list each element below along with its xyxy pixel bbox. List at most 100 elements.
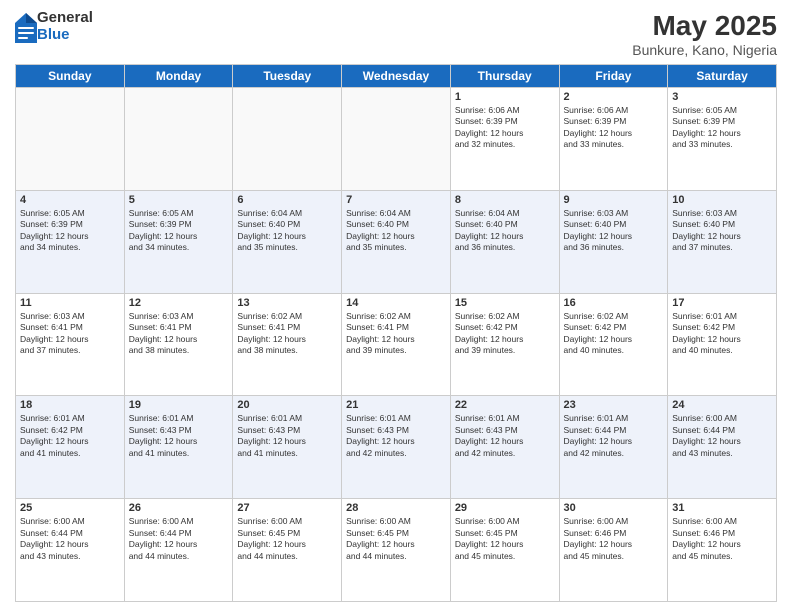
day-number: 8 — [455, 194, 555, 206]
day-info: Sunrise: 6:02 AM Sunset: 6:41 PM Dayligh… — [237, 311, 337, 357]
day-info: Sunrise: 6:00 AM Sunset: 6:44 PM Dayligh… — [672, 413, 772, 459]
calendar-cell: 6 Sunrise: 6:04 AM Sunset: 6:40 PM Daylig… — [233, 190, 342, 293]
day-info: Sunrise: 6:05 AM Sunset: 6:39 PM Dayligh… — [129, 208, 229, 254]
day-header-tuesday: Tuesday — [233, 65, 342, 88]
day-number: 28 — [346, 502, 446, 514]
day-number: 6 — [237, 194, 337, 206]
day-number: 20 — [237, 399, 337, 411]
calendar-cell: 26 Sunrise: 6:00 AM Sunset: 6:44 PM Dayli… — [124, 499, 233, 602]
calendar-cell: 11Sunrise: 6:03 AM Sunset: 6:41 PM Dayli… — [16, 293, 125, 396]
day-info: Sunrise: 6:00 AM Sunset: 6:44 PM Dayligh… — [20, 516, 120, 562]
calendar-cell: 15Sunrise: 6:02 AM Sunset: 6:42 PM Dayli… — [450, 293, 559, 396]
calendar-cell: 5 Sunrise: 6:05 AM Sunset: 6:39 PM Daylig… — [124, 190, 233, 293]
calendar-cell: 12 Sunrise: 6:03 AM Sunset: 6:41 PM Dayli… — [124, 293, 233, 396]
calendar-cell: 3Sunrise: 6:05 AM Sunset: 6:39 PM Daylig… — [668, 88, 777, 191]
day-info: Sunrise: 6:00 AM Sunset: 6:46 PM Dayligh… — [564, 516, 664, 562]
day-info: Sunrise: 6:01 AM Sunset: 6:43 PM Dayligh… — [455, 413, 555, 459]
calendar-cell: 2Sunrise: 6:06 AM Sunset: 6:39 PM Daylig… — [559, 88, 668, 191]
day-info: Sunrise: 6:00 AM Sunset: 6:44 PM Dayligh… — [129, 516, 229, 562]
calendar-cell: 8 Sunrise: 6:04 AM Sunset: 6:40 PM Daylig… — [450, 190, 559, 293]
day-number: 7 — [346, 194, 446, 206]
calendar-cell: 18 Sunrise: 6:01 AM Sunset: 6:42 PM Dayli… — [16, 396, 125, 499]
day-number: 27 — [237, 502, 337, 514]
day-info: Sunrise: 6:00 AM Sunset: 6:45 PM Dayligh… — [346, 516, 446, 562]
calendar-cell — [233, 88, 342, 191]
day-info: Sunrise: 6:01 AM Sunset: 6:42 PM Dayligh… — [20, 413, 120, 459]
day-number: 16 — [564, 297, 664, 309]
day-info: Sunrise: 6:02 AM Sunset: 6:42 PM Dayligh… — [564, 311, 664, 357]
day-info: Sunrise: 6:02 AM Sunset: 6:41 PM Dayligh… — [346, 311, 446, 357]
day-number: 1 — [455, 91, 555, 103]
calendar-week-3: 11 Sunrise: 6:03 AM Sunset: 6:41 PM Dayli… — [16, 293, 777, 396]
day-header-wednesday: Wednesday — [342, 65, 451, 88]
calendar-cell: 20Sunrise: 6:01 AM Sunset: 6:43 PM Dayli… — [233, 396, 342, 499]
calendar-cell: 25 Sunrise: 6:00 AM Sunset: 6:44 PM Dayli… — [16, 499, 125, 602]
calendar-cell: 22 Sunrise: 6:01 AM Sunset: 6:43 PM Dayli… — [450, 396, 559, 499]
day-number: 22 — [455, 399, 555, 411]
calendar-cell: 16 Sunrise: 6:02 AM Sunset: 6:42 PM Dayli… — [559, 293, 668, 396]
day-number: 13 — [237, 297, 337, 309]
day-info: Sunrise: 6:06 AM Sunset: 6:39 PM Dayligh… — [455, 105, 555, 151]
header: General Blue May 2025 Bunkure, Kano, Nig… — [15, 10, 777, 58]
day-number: 11 — [20, 297, 120, 309]
day-info: Sunrise: 6:04 AM Sunset: 6:40 PM Dayligh… — [346, 208, 446, 254]
day-number: 14 — [346, 297, 446, 309]
calendar-cell — [16, 88, 125, 191]
calendar-cell: 24 Sunrise: 6:00 AM Sunset: 6:44 PM Dayli… — [668, 396, 777, 499]
day-header-thursday: Thursday — [450, 65, 559, 88]
day-number: 4 — [20, 194, 120, 206]
day-info: Sunrise: 6:04 AM Sunset: 6:40 PM Dayligh… — [237, 208, 337, 254]
day-number: 15 — [455, 297, 555, 309]
day-number: 2 — [564, 91, 664, 103]
day-info: Sunrise: 6:01 AM Sunset: 6:42 PM Dayligh… — [672, 311, 772, 357]
day-info: Sunrise: 6:04 AM Sunset: 6:40 PM Dayligh… — [455, 208, 555, 254]
calendar-week-1: 1 Sunrise: 6:06 AM Sunset: 6:39 PM Daylig… — [16, 88, 777, 191]
day-info: Sunrise: 6:03 AM Sunset: 6:41 PM Dayligh… — [129, 311, 229, 357]
day-header-saturday: Saturday — [668, 65, 777, 88]
calendar-cell: 30 Sunrise: 6:00 AM Sunset: 6:46 PM Dayli… — [559, 499, 668, 602]
day-number: 26 — [129, 502, 229, 514]
day-info: Sunrise: 6:03 AM Sunset: 6:40 PM Dayligh… — [672, 208, 772, 254]
calendar-cell: 4 Sunrise: 6:05 AM Sunset: 6:39 PM Daylig… — [16, 190, 125, 293]
calendar-header-row: SundayMondayTuesdayWednesdayThursdayFrid… — [16, 65, 777, 88]
calendar-cell — [124, 88, 233, 191]
day-number: 5 — [129, 194, 229, 206]
logo: General Blue — [15, 10, 93, 43]
calendar-week-4: 18 Sunrise: 6:01 AM Sunset: 6:42 PM Dayli… — [16, 396, 777, 499]
calendar-week-5: 25 Sunrise: 6:00 AM Sunset: 6:44 PM Dayli… — [16, 499, 777, 602]
calendar-table: SundayMondayTuesdayWednesdayThursdayFrid… — [15, 64, 777, 602]
calendar-cell: 19Sunrise: 6:01 AM Sunset: 6:43 PM Dayli… — [124, 396, 233, 499]
calendar-cell: 31Sunrise: 6:00 AM Sunset: 6:46 PM Dayli… — [668, 499, 777, 602]
day-number: 31 — [672, 502, 772, 514]
day-header-friday: Friday — [559, 65, 668, 88]
calendar-cell: 14 Sunrise: 6:02 AM Sunset: 6:41 PM Dayli… — [342, 293, 451, 396]
calendar-cell: 1 Sunrise: 6:06 AM Sunset: 6:39 PM Daylig… — [450, 88, 559, 191]
calendar-cell: 10Sunrise: 6:03 AM Sunset: 6:40 PM Dayli… — [668, 190, 777, 293]
day-info: Sunrise: 6:01 AM Sunset: 6:44 PM Dayligh… — [564, 413, 664, 459]
calendar-cell: 27 Sunrise: 6:00 AM Sunset: 6:45 PM Dayli… — [233, 499, 342, 602]
day-number: 30 — [564, 502, 664, 514]
day-number: 19 — [129, 399, 229, 411]
month-title: May 2025 — [632, 10, 777, 42]
calendar-cell — [342, 88, 451, 191]
day-header-sunday: Sunday — [16, 65, 125, 88]
day-number: 24 — [672, 399, 772, 411]
day-number: 18 — [20, 399, 120, 411]
day-number: 3 — [672, 91, 772, 103]
day-number: 25 — [20, 502, 120, 514]
day-number: 17 — [672, 297, 772, 309]
logo-general: General — [37, 10, 93, 27]
day-number: 29 — [455, 502, 555, 514]
logo-blue: Blue — [37, 27, 93, 44]
day-number: 21 — [346, 399, 446, 411]
calendar-week-2: 4 Sunrise: 6:05 AM Sunset: 6:39 PM Daylig… — [16, 190, 777, 293]
calendar-cell: 13 Sunrise: 6:02 AM Sunset: 6:41 PM Dayli… — [233, 293, 342, 396]
day-number: 23 — [564, 399, 664, 411]
day-info: Sunrise: 6:00 AM Sunset: 6:45 PM Dayligh… — [455, 516, 555, 562]
day-info: Sunrise: 6:00 AM Sunset: 6:45 PM Dayligh… — [237, 516, 337, 562]
day-info: Sunrise: 6:03 AM Sunset: 6:40 PM Dayligh… — [564, 208, 664, 254]
day-info: Sunrise: 6:01 AM Sunset: 6:43 PM Dayligh… — [346, 413, 446, 459]
day-info: Sunrise: 6:05 AM Sunset: 6:39 PM Dayligh… — [20, 208, 120, 254]
calendar-cell: 29 Sunrise: 6:00 AM Sunset: 6:45 PM Dayli… — [450, 499, 559, 602]
day-number: 12 — [129, 297, 229, 309]
